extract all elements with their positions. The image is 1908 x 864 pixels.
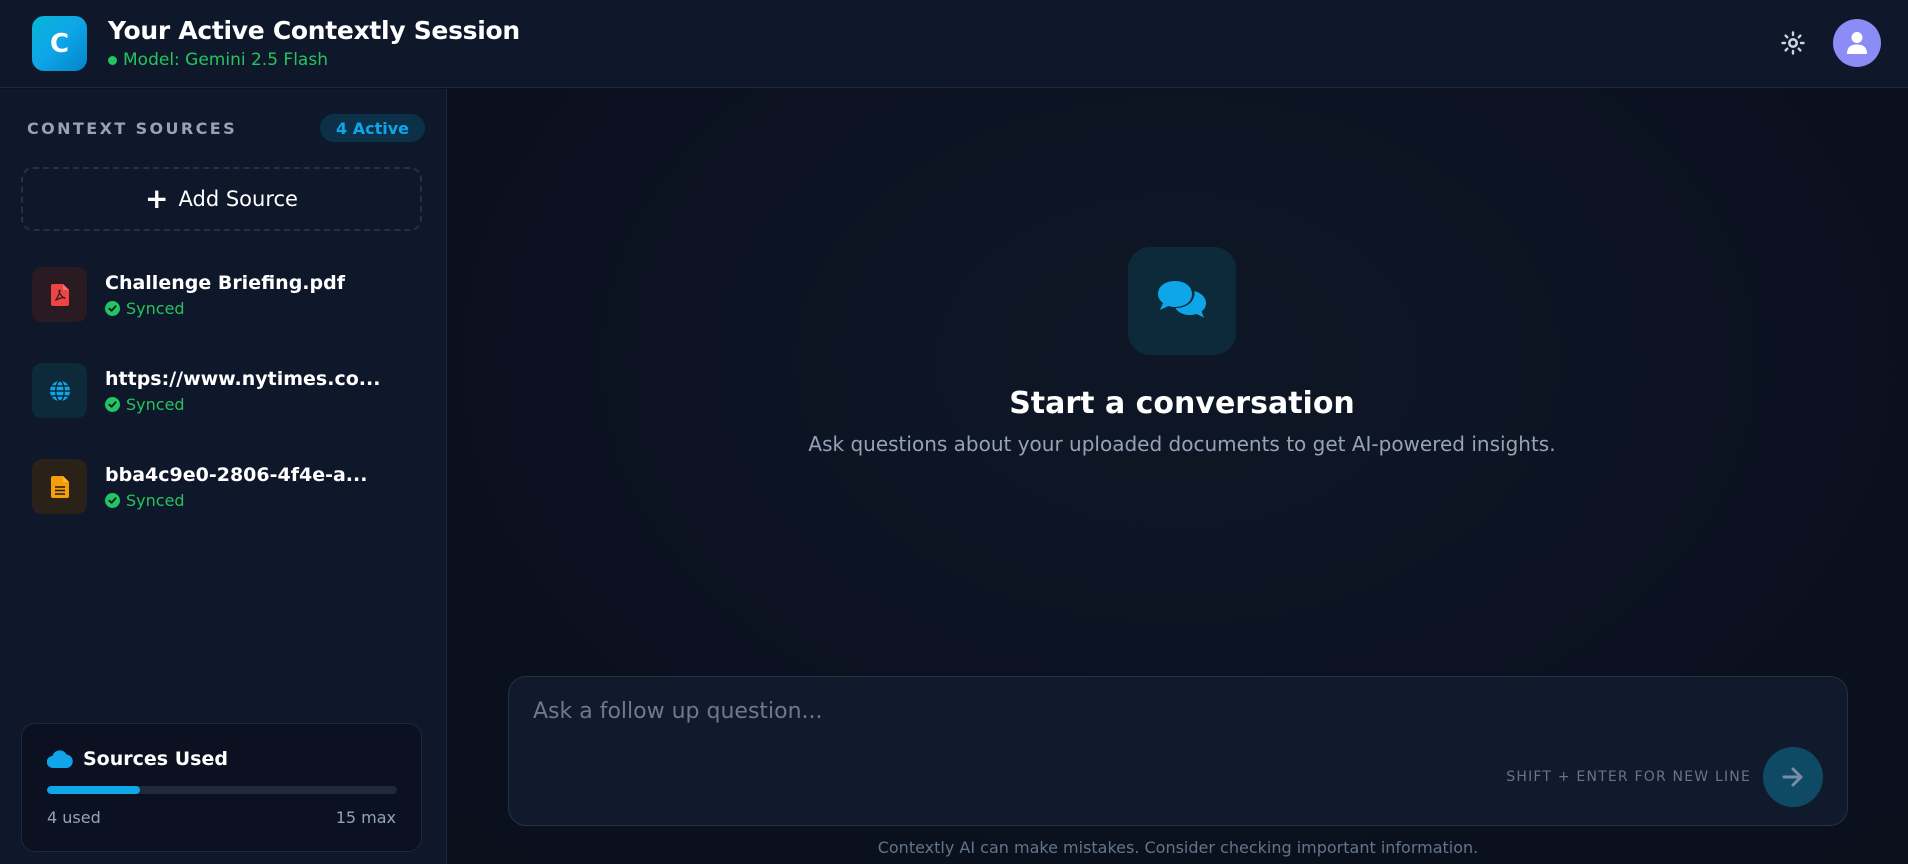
source-icon-box (32, 459, 87, 514)
active-sources-badge: 4 Active (320, 114, 425, 142)
pdf-icon (50, 283, 69, 306)
chat-bubbles-icon (1158, 281, 1206, 318)
empty-state-title: Start a conversation (1009, 386, 1355, 421)
model-label: Model: Gemini 2.5 Flash (123, 50, 328, 70)
message-input[interactable] (533, 699, 1813, 739)
model-indicator: Model: Gemini 2.5 Flash (108, 50, 328, 70)
user-avatar[interactable] (1833, 19, 1881, 67)
source-status-label: Synced (126, 491, 185, 510)
source-item[interactable]: bba4c9e0-2806-4f4e-a... Synced (32, 459, 422, 515)
sidebar: CONTEXT SOURCES 4 Active + Add Source Ch… (0, 89, 447, 864)
source-status-label: Synced (126, 395, 185, 414)
add-source-button[interactable]: + Add Source (21, 167, 422, 231)
app-header: C Your Active Contextly Session Model: G… (0, 0, 1908, 88)
source-status: Synced (105, 491, 185, 510)
sources-used-title: Sources Used (47, 748, 228, 770)
check-circle-icon (105, 493, 120, 508)
source-name: Challenge Briefing.pdf (105, 272, 345, 294)
sources-usage-bar (47, 786, 397, 794)
check-circle-icon (105, 301, 120, 316)
source-icon-box (32, 363, 87, 418)
session-title: Your Active Contextly Session (108, 16, 520, 45)
source-name: bba4c9e0-2806-4f4e-a... (105, 464, 368, 486)
source-status-label: Synced (126, 299, 185, 318)
source-name: https://www.nytimes.co... (105, 368, 381, 390)
sources-used-label: Sources Used (83, 748, 228, 770)
logo-letter: C (49, 28, 70, 59)
source-item[interactable]: https://www.nytimes.co... Synced (32, 363, 422, 419)
model-status-dot (108, 55, 117, 65)
empty-state-icon-box (1128, 247, 1236, 355)
cloud-icon (47, 750, 73, 768)
message-composer: SHIFT + ENTER FOR NEW LINE (508, 676, 1848, 826)
empty-state-subtitle: Ask questions about your uploaded docume… (808, 432, 1556, 456)
sources-used-card: Sources Used 4 used 15 max (21, 723, 422, 852)
check-circle-icon (105, 397, 120, 412)
globe-icon (49, 379, 70, 402)
chat-main-area: Start a conversation Ask questions about… (448, 89, 1908, 864)
source-icon-box (32, 267, 87, 322)
theme-toggle-button[interactable] (1778, 28, 1808, 58)
document-icon (50, 475, 69, 498)
add-source-label: Add Source (178, 187, 298, 211)
source-item[interactable]: Challenge Briefing.pdf Synced (32, 267, 422, 323)
app-logo: C (32, 16, 87, 71)
newline-shortcut-hint: SHIFT + ENTER FOR NEW LINE (1506, 769, 1751, 785)
source-status: Synced (105, 299, 185, 318)
user-icon (1847, 32, 1867, 54)
sun-icon (1781, 31, 1805, 55)
ai-disclaimer: Contextly AI can make mistakes. Consider… (877, 838, 1479, 857)
send-button[interactable] (1763, 747, 1823, 807)
context-sources-heading: CONTEXT SOURCES (27, 119, 238, 138)
arrow-right-icon (1782, 767, 1803, 787)
plus-icon: + (145, 182, 169, 215)
sources-max-count: 15 max (335, 808, 396, 827)
sources-usage-fill (47, 786, 141, 794)
sources-used-count: 4 used (47, 808, 101, 827)
source-status: Synced (105, 395, 185, 414)
